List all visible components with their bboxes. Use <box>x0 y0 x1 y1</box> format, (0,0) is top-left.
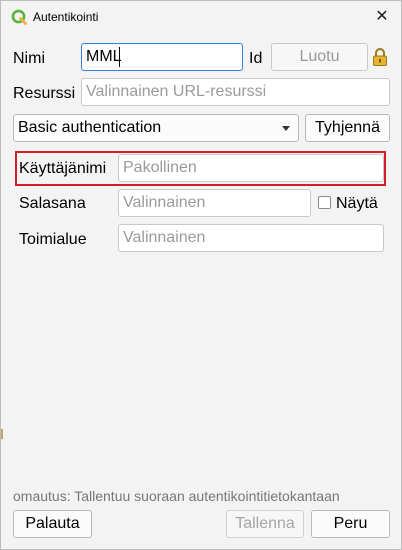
realm-input[interactable] <box>118 224 384 252</box>
password-input[interactable] <box>118 189 311 217</box>
auth-method-selected: Basic authentication <box>18 119 162 136</box>
name-label: Nimi <box>13 50 45 67</box>
reset-button[interactable]: Palauta <box>13 510 92 538</box>
show-password-checkbox[interactable] <box>318 196 331 209</box>
cancel-button[interactable]: Peru <box>311 510 390 538</box>
resize-grip <box>1 429 3 439</box>
window-title: Autentikointi <box>33 10 99 24</box>
name-input[interactable] <box>81 43 243 71</box>
realm-label: Toimialue <box>19 231 87 248</box>
text-caret <box>119 47 120 67</box>
clear-button[interactable]: Tyhjennä <box>305 114 390 142</box>
show-password-label[interactable]: Näytä <box>336 194 378 214</box>
resource-input[interactable] <box>81 78 390 106</box>
id-input[interactable] <box>271 43 368 71</box>
chevron-down-icon <box>282 126 290 131</box>
status-message: omautus: Tallentuu suoraan autentikointi… <box>13 488 340 504</box>
qgis-logo-icon <box>11 9 27 25</box>
lock-icon[interactable] <box>371 47 389 67</box>
resource-label: Resurssi <box>13 85 76 102</box>
username-input[interactable] <box>118 154 384 182</box>
password-label: Salasana <box>19 195 86 212</box>
auth-method-select[interactable]: Basic authentication <box>13 114 299 142</box>
title-bar: Autentikointi ✕ <box>1 1 401 33</box>
id-label: Id <box>249 50 263 67</box>
save-button[interactable]: Tallenna <box>226 510 304 538</box>
username-label: Käyttäjänimi <box>19 160 107 177</box>
close-icon[interactable]: ✕ <box>369 5 395 29</box>
authentication-dialog: Autentikointi ✕ Nimi Id Resurssi Basic a… <box>0 0 402 550</box>
